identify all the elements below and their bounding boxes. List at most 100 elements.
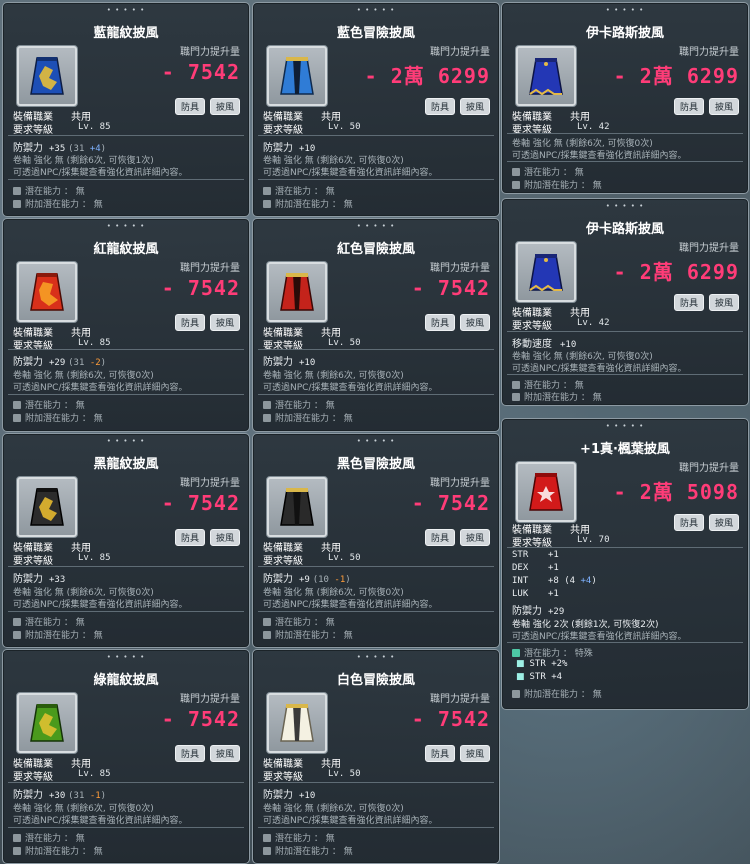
req-level-label: 要求等級 (263, 125, 303, 136)
item-name: 藍龍紋披風 (93, 26, 159, 41)
potential-row: 潛在能力 ： 無 (13, 398, 85, 411)
potential-row: 潛在能力 ： 無 (263, 831, 335, 844)
attack-gain-value: - 2萬 6299 (613, 260, 739, 284)
job-value: 共用 (71, 112, 91, 123)
star-rating: • • • • • (106, 437, 146, 445)
req-level-value: Lv. 70 (577, 535, 610, 545)
item-name: 紅色冒險披風 (336, 242, 415, 257)
req-level-row: 要求等級 (512, 317, 570, 332)
req-level-label: 要求等級 (13, 556, 53, 567)
armor-badge: 防具 (673, 294, 704, 311)
divider (8, 349, 244, 350)
divider (507, 547, 743, 548)
stat-row-str: STR +1 (512, 550, 559, 560)
req-level-value: Lv. 85 (78, 769, 111, 779)
category-badges: 防具 披風 (420, 742, 490, 762)
attack-gain-label: 職門力提升量 (430, 263, 490, 274)
additional-potential-icon (263, 847, 271, 855)
potential-icon (263, 834, 271, 842)
additional-potential-icon (13, 631, 21, 639)
blue-adventure-cape-icon (280, 57, 314, 95)
item-tooltip-icarus-cape: • • • • • 伊卡路斯披風 職門力提升量 - 2萬 6299 防具 披風 裝… (501, 2, 749, 194)
defense-row: 防禦力 +10 (263, 139, 315, 154)
item-name: +1真·楓葉披風 (580, 442, 670, 457)
divider (8, 827, 244, 828)
potential-icon (13, 401, 21, 409)
cape-badge: 披風 (209, 314, 240, 331)
divider (258, 349, 494, 350)
defense-label: 防禦力 (512, 606, 542, 617)
armor-badge: 防具 (673, 98, 704, 115)
potential-text: 潛在能力 ： 無 (25, 401, 85, 411)
additional-potential-row: 附加潛在能力 ： 無 (13, 197, 103, 210)
maple-cape-icon (529, 473, 563, 511)
star-rating: • • • • • (605, 202, 645, 210)
defense-close: ) (345, 575, 351, 585)
item-tooltip-white-adventure-cape: • • • • • 白色冒險披風 職門力提升量 - 7542 防具 披風 裝備職業… (252, 649, 500, 864)
job-value: 共用 (321, 759, 341, 770)
defense-value: +29 (548, 607, 565, 617)
red-dragon-cape-icon (30, 273, 64, 311)
req-level-label: 要求等級 (512, 321, 552, 332)
category-badges: 防具 披風 (170, 311, 240, 331)
additional-potential-row: 附加潛在能力 ： 無 (512, 390, 602, 403)
upgrade-hint: 可透過NPC/採集鍵查看強化資訊詳細內容。 (13, 816, 188, 826)
additional-potential-text: 附加潛在能力 ： 無 (275, 847, 353, 857)
attack-gain-label: 職門力提升量 (180, 47, 240, 58)
icarus-cape-icon (529, 254, 563, 292)
star-rating: • • • • • (106, 653, 146, 661)
additional-potential-icon (512, 181, 520, 189)
item-tooltip-black-dragon-cape: • • • • • 黑龍紋披風 職門力提升量 - 7542 防具 披風 裝備職業共… (2, 433, 250, 648)
additional-potential-icon (13, 847, 21, 855)
cape-badge: 披風 (708, 98, 739, 115)
req-level-value: Lv. 85 (78, 338, 111, 348)
cape-badge: 披風 (708, 294, 739, 311)
defense-bonus: -1 (89, 791, 101, 801)
category-badges: 防具 披風 (170, 526, 240, 546)
additional-potential-text: 附加潛在能力 ： 無 (524, 181, 602, 191)
job-value: 共用 (71, 759, 91, 770)
job-value: 共用 (321, 112, 341, 123)
armor-badge: 防具 (673, 514, 704, 531)
req-level-value: Lv. 42 (577, 122, 610, 132)
item-icon-slot (515, 241, 577, 303)
defense-close: ) (100, 791, 107, 801)
job-value: 共用 (570, 308, 590, 319)
blue-dragon-cape-icon (30, 57, 64, 95)
upgrade-hint: 可透過NPC/採集鍵查看強化資訊詳細內容。 (263, 600, 438, 610)
item-tooltip-icarus-cape-speed: • • • • • 伊卡路斯披風 職門力提升量 - 2萬 6299 防具 披風 裝… (501, 198, 749, 406)
red-adventure-cape-icon (280, 273, 314, 311)
job-value: 共用 (321, 543, 341, 554)
category-badges: 防具 披風 (170, 742, 240, 762)
defense-value: +10 (299, 791, 316, 801)
upgrade-hint: 可透過NPC/採集鍵查看強化資訊詳細內容。 (512, 151, 687, 161)
defense-row: 防禦力 +35 (31 +4) (13, 139, 106, 154)
cape-badge: 披風 (209, 98, 240, 115)
armor-badge: 防具 (174, 529, 205, 546)
divider (507, 331, 743, 332)
divider (258, 135, 494, 136)
potential-icon (263, 401, 271, 409)
item-name: 紅龍紋披風 (93, 242, 159, 257)
potential-icon (512, 649, 520, 657)
additional-potential-text: 附加潛在能力 ： 無 (275, 200, 353, 210)
category-badges: 防具 披風 (420, 526, 490, 546)
cape-badge: 披風 (708, 514, 739, 531)
item-tooltip-blue-dragon-cape: • • • • • 藍龍紋披風 職門力提升量 - 7542 防具 披風 裝備職業共… (2, 2, 250, 217)
upgrade-hint: 可透過NPC/採集鍵查看強化資訊詳細內容。 (13, 600, 188, 610)
attack-gain-label: 職門力提升量 (430, 47, 490, 58)
additional-potential-row: 附加潛在能力 ： 無 (13, 411, 103, 424)
req-level-value: Lv. 50 (328, 769, 361, 779)
potential-icon (512, 381, 520, 389)
defense-row: 防禦力 +9 (10 -1) (263, 570, 351, 585)
star-rating: • • • • • (356, 222, 396, 230)
additional-potential-row: 附加潛在能力 ： 無 (13, 628, 103, 641)
item-name: 伊卡路斯披風 (585, 222, 664, 237)
star-rating: • • • • • (106, 6, 146, 14)
star-rating: • • • • • (605, 422, 645, 430)
category-badges: 防具 披風 (170, 95, 240, 115)
potential-line-text: STR +4 (529, 672, 563, 682)
potential-text: 潛在能力 ： 無 (25, 834, 85, 844)
potential-icon (512, 168, 520, 176)
category-badges: 防具 披風 (420, 95, 490, 115)
